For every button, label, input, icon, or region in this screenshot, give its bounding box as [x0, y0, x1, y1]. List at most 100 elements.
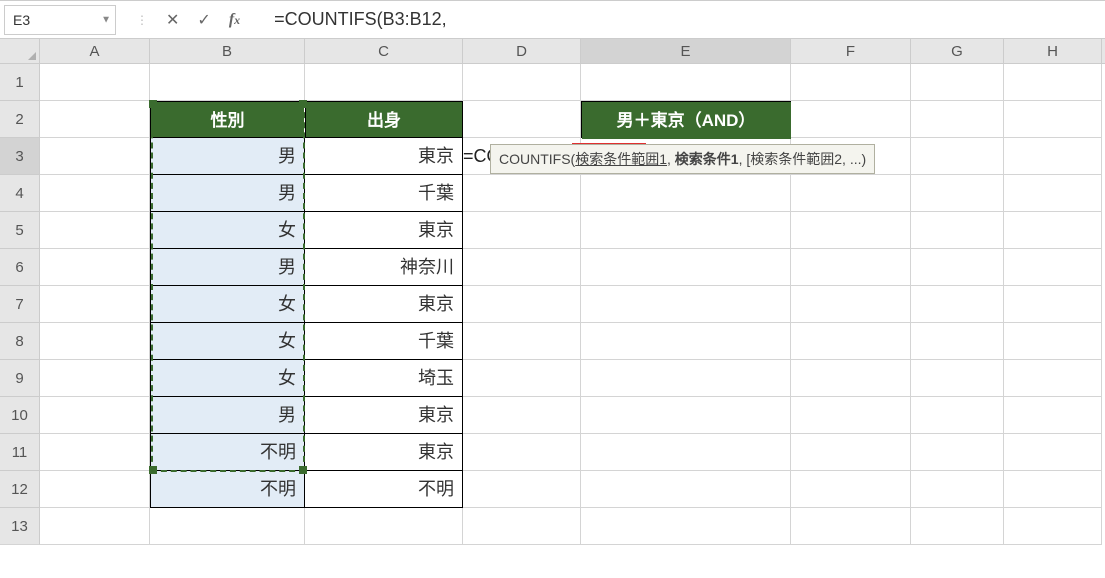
cell[interactable]	[463, 471, 581, 508]
cell[interactable]	[581, 434, 791, 471]
cell[interactable]	[463, 360, 581, 397]
cell[interactable]: 男	[150, 138, 305, 175]
cell[interactable]	[1004, 138, 1102, 175]
cell[interactable]	[911, 323, 1004, 360]
cell[interactable]	[791, 175, 911, 212]
cell[interactable]	[40, 101, 150, 138]
cell[interactable]	[581, 323, 791, 360]
cell[interactable]	[40, 397, 150, 434]
cell[interactable]	[463, 212, 581, 249]
cell[interactable]	[911, 212, 1004, 249]
chevron-down-icon[interactable]: ▼	[101, 14, 111, 25]
cell[interactable]	[581, 64, 791, 101]
cell[interactable]	[581, 471, 791, 508]
col-header-G[interactable]: G	[911, 39, 1004, 63]
cell[interactable]: 不明	[150, 434, 305, 471]
select-all-corner[interactable]	[0, 39, 40, 63]
cell[interactable]	[463, 101, 581, 138]
col-header-A[interactable]: A	[40, 39, 150, 63]
cell[interactable]	[791, 508, 911, 545]
cell[interactable]	[463, 64, 581, 101]
cell[interactable]: 東京	[305, 397, 463, 434]
cell[interactable]	[1004, 212, 1102, 249]
cell[interactable]	[463, 397, 581, 434]
cell[interactable]	[40, 323, 150, 360]
cell[interactable]	[791, 212, 911, 249]
col-header-D[interactable]: D	[463, 39, 581, 63]
cell[interactable]	[1004, 101, 1102, 138]
cell[interactable]	[791, 434, 911, 471]
fx-icon[interactable]: fx	[229, 11, 240, 29]
cell[interactable]	[791, 360, 911, 397]
row-header[interactable]: 1	[0, 64, 40, 101]
row-header[interactable]: 8	[0, 323, 40, 360]
cell[interactable]	[40, 508, 150, 545]
cell[interactable]	[911, 397, 1004, 434]
cell[interactable]	[1004, 471, 1102, 508]
cell[interactable]	[463, 249, 581, 286]
cell[interactable]	[40, 286, 150, 323]
col-header-H[interactable]: H	[1004, 39, 1102, 63]
cell[interactable]: 出身	[305, 101, 463, 138]
cell[interactable]: 千葉	[305, 323, 463, 360]
row-header[interactable]: 6	[0, 249, 40, 286]
cell[interactable]	[463, 434, 581, 471]
row-header[interactable]: 13	[0, 508, 40, 545]
row-header[interactable]: 9	[0, 360, 40, 397]
cell[interactable]	[581, 212, 791, 249]
cell[interactable]: 女	[150, 212, 305, 249]
row-header[interactable]: 2	[0, 101, 40, 138]
cell[interactable]	[791, 471, 911, 508]
row-header[interactable]: 11	[0, 434, 40, 471]
cell[interactable]	[150, 64, 305, 101]
cell[interactable]	[1004, 286, 1102, 323]
cell[interactable]	[911, 175, 1004, 212]
row-header[interactable]: 7	[0, 286, 40, 323]
cell[interactable]	[463, 286, 581, 323]
cell[interactable]	[911, 508, 1004, 545]
cell[interactable]	[40, 212, 150, 249]
cell[interactable]	[581, 360, 791, 397]
cell[interactable]	[581, 397, 791, 434]
cell[interactable]	[911, 101, 1004, 138]
col-header-B[interactable]: B	[150, 39, 305, 63]
cell[interactable]: 男＋東京（AND）	[581, 101, 791, 138]
cell[interactable]	[911, 249, 1004, 286]
cell[interactable]	[1004, 360, 1102, 397]
cell[interactable]: 東京	[305, 212, 463, 249]
cell[interactable]: 千葉	[305, 175, 463, 212]
cell[interactable]: 性別	[150, 101, 305, 138]
cell[interactable]	[911, 471, 1004, 508]
cell[interactable]: 東京	[305, 138, 463, 175]
cell[interactable]	[791, 249, 911, 286]
cell[interactable]	[40, 138, 150, 175]
row-header[interactable]: 5	[0, 212, 40, 249]
cell[interactable]: 女	[150, 360, 305, 397]
cell[interactable]	[911, 360, 1004, 397]
cell[interactable]	[911, 434, 1004, 471]
cell[interactable]	[40, 249, 150, 286]
cell[interactable]: 不明	[305, 471, 463, 508]
cell[interactable]	[911, 286, 1004, 323]
cell[interactable]	[463, 323, 581, 360]
cell[interactable]	[40, 471, 150, 508]
name-box[interactable]: E3 ▼	[4, 5, 116, 35]
cell[interactable]	[463, 175, 581, 212]
cell[interactable]: 女	[150, 323, 305, 360]
cell[interactable]	[305, 64, 463, 101]
cell[interactable]	[1004, 508, 1102, 545]
cell[interactable]	[1004, 434, 1102, 471]
row-header[interactable]: 4	[0, 175, 40, 212]
cell[interactable]	[581, 286, 791, 323]
row-header[interactable]: 3	[0, 138, 40, 175]
cell[interactable]: 不明	[150, 471, 305, 508]
cancel-icon[interactable]: ✕	[166, 10, 179, 30]
cell[interactable]	[305, 508, 463, 545]
cell[interactable]: 埼玉	[305, 360, 463, 397]
cell[interactable]	[1004, 397, 1102, 434]
enter-icon[interactable]: ✓	[197, 10, 210, 30]
col-header-E[interactable]: E	[581, 39, 791, 63]
cell[interactable]: 女	[150, 286, 305, 323]
col-header-F[interactable]: F	[791, 39, 911, 63]
row-header[interactable]: 10	[0, 397, 40, 434]
